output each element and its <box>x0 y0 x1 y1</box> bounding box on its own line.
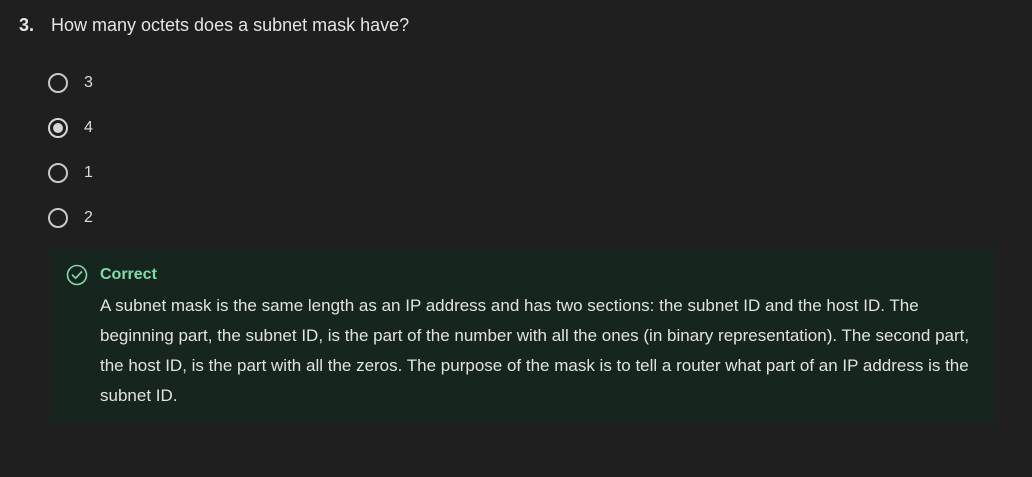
option-label[interactable]: 1 <box>84 164 93 182</box>
radio-button[interactable] <box>48 73 68 93</box>
radio-dot <box>53 123 63 133</box>
check-circle-icon <box>66 264 88 286</box>
feedback-explanation: A subnet mask is the same length as an I… <box>100 296 970 405</box>
question-number: 3. <box>19 15 35 35</box>
option-1[interactable]: 3 <box>48 68 93 98</box>
radio-button[interactable] <box>48 163 68 183</box>
option-label[interactable]: 2 <box>84 209 93 227</box>
radio-button[interactable] <box>48 208 68 228</box>
question: 3. How many octets does a subnet mask ha… <box>19 12 409 38</box>
feedback-status: Correct <box>100 266 157 283</box>
question-text: How many octets does a subnet mask have? <box>51 15 410 35</box>
option-label[interactable]: 3 <box>84 74 93 92</box>
option-4[interactable]: 2 <box>48 203 93 233</box>
feedback-header: Correct <box>66 263 979 287</box>
feedback-panel: Correct A subnet mask is the same length… <box>50 249 995 423</box>
answer-options: 3 4 1 2 <box>48 68 93 248</box>
radio-button-selected[interactable] <box>48 118 68 138</box>
option-label[interactable]: 4 <box>84 119 93 137</box>
option-2[interactable]: 4 <box>48 113 93 143</box>
option-3[interactable]: 1 <box>48 158 93 188</box>
